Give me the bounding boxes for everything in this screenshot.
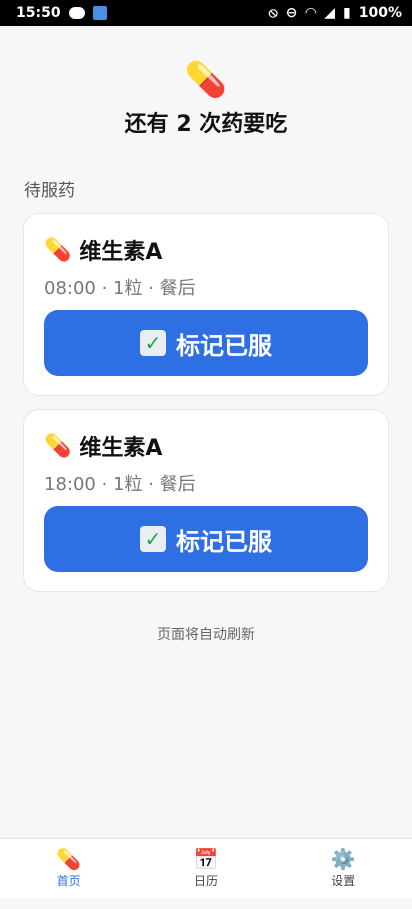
gear-icon: ⚙️ (330, 847, 356, 871)
nav-item-calendar[interactable]: 📅 日历 (156, 848, 256, 889)
nav-label: 设置 (331, 874, 356, 888)
status-time: 15:50 (16, 5, 61, 21)
mark-taken-button[interactable]: ✓ 标记已服 (44, 506, 368, 572)
pill-icon: 💊 (44, 433, 72, 459)
battery-icon: ▮ (343, 5, 351, 21)
battery-percent: 100% (358, 5, 402, 21)
pill-icon: 💊 (56, 847, 82, 871)
check-icon: ✓ (140, 330, 166, 356)
wechat-icon (68, 7, 85, 19)
section-label: 待服药 (24, 181, 75, 201)
calendar-icon: 📅 (193, 847, 219, 871)
nav-label: 首页 (56, 874, 81, 888)
medication-card: 💊 维生素A 18:00 · 1粒 · 餐后 ✓ 标记已服 (23, 409, 389, 592)
medication-name: 维生素A (79, 436, 163, 461)
medication-details: 08:00 · 1粒 · 餐后 (44, 278, 196, 299)
header: 💊 还有 2 次药要吃 (0, 60, 412, 138)
nav-item-settings[interactable]: ⚙️ 设置 (293, 848, 393, 889)
nav-label: 日历 (193, 874, 218, 888)
medication-card: 💊 维生素A 08:00 · 1粒 · 餐后 ✓ 标记已服 (23, 213, 389, 396)
signal-icon: ◢ (324, 5, 336, 21)
dnd-icon: ⊖ (285, 5, 298, 21)
mark-taken-button[interactable]: ✓ 标记已服 (44, 310, 368, 376)
mark-taken-label: 标记已服 (176, 527, 272, 556)
nav-item-home[interactable]: 💊 首页 (19, 848, 119, 889)
pill-icon: 💊 (44, 237, 72, 263)
medication-name: 维生素A (79, 240, 163, 265)
status-bar: 15:50 ⦸ ⊖ ◠ ◢ ▮ 100% (0, 0, 412, 26)
mark-taken-label: 标记已服 (176, 331, 272, 360)
wifi-icon: ◠ (305, 5, 317, 21)
check-icon: ✓ (140, 526, 166, 552)
mute-icon: ⦸ (268, 5, 278, 21)
bottom-nav: 💊 首页 📅 日历 ⚙️ 设置 (0, 838, 412, 898)
medication-details: 18:00 · 1粒 · 餐后 (44, 474, 196, 495)
page-title: 还有 2 次药要吃 (124, 112, 288, 137)
auto-refresh-note: 页面将自动刷新 (157, 627, 255, 643)
app-notification-icon (92, 6, 107, 20)
pill-icon: 💊 (184, 60, 228, 100)
